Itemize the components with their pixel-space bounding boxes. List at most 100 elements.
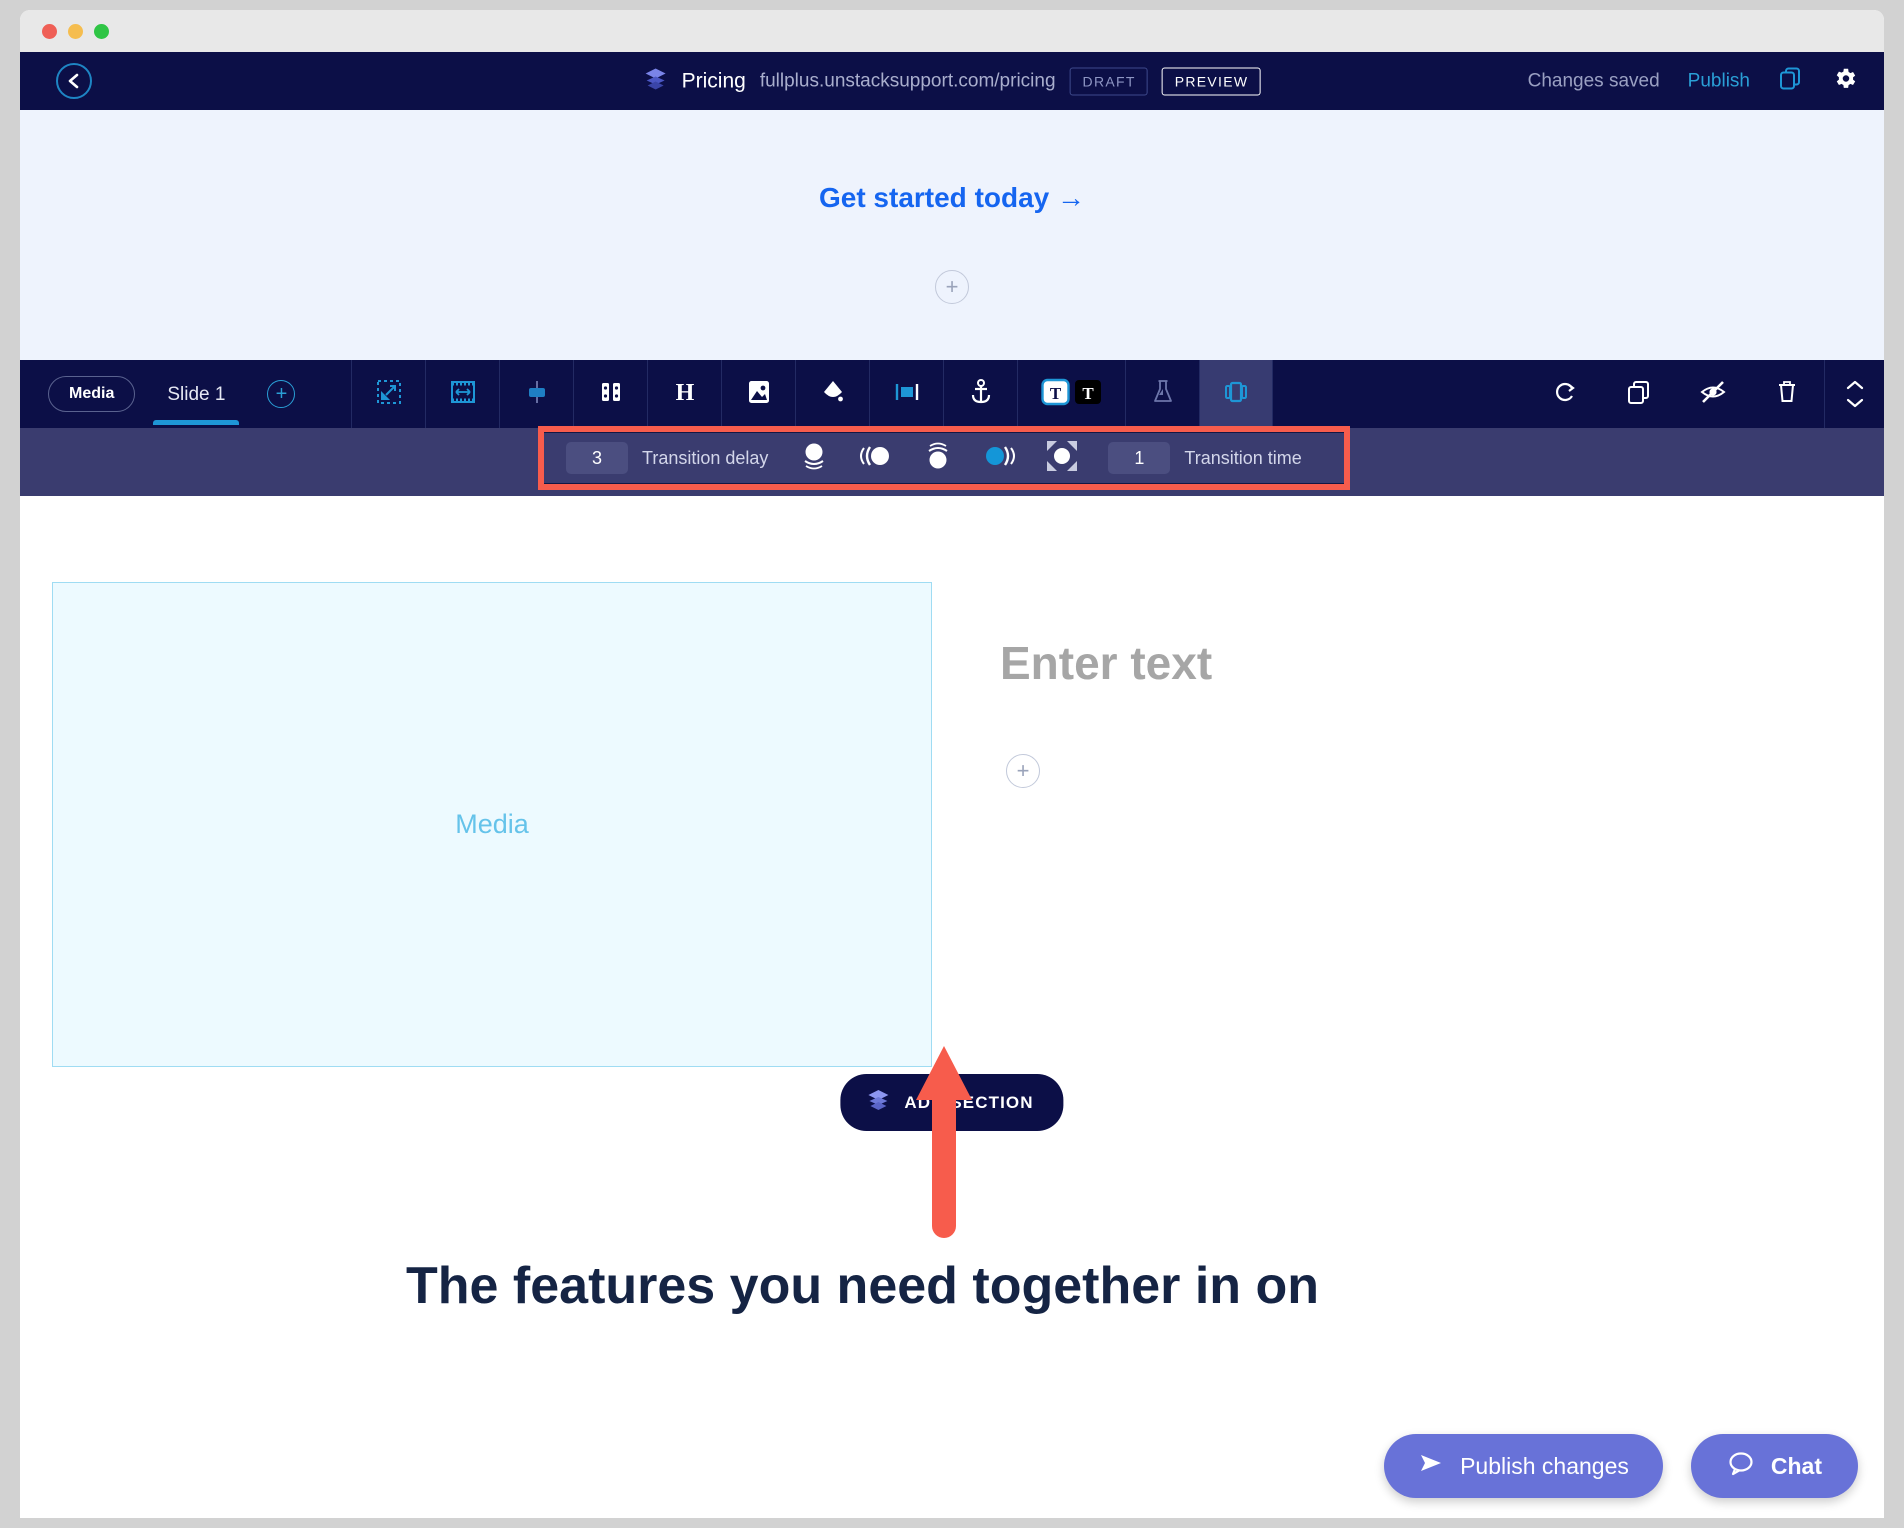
transition-delay-input[interactable]: 3 [566,442,628,474]
align-button[interactable] [499,360,573,428]
browser-window: Pricing fullplus.unstacksupport.com/pric… [20,10,1884,1518]
text-placeholder[interactable]: Enter text [1000,636,1212,690]
transition-slide-right-button[interactable] [980,440,1020,476]
window-titlebar [20,10,1884,52]
fill-color-icon [820,378,846,411]
hide-icon [1699,379,1727,410]
transition-type-group [794,440,1082,476]
header-right-group: Changes saved Publish [1528,66,1858,97]
heading-suffix: together in on [957,1257,1320,1315]
transition-fade-up-button[interactable] [794,440,834,476]
carousel-button[interactable] [1199,360,1274,428]
devices-copy-icon[interactable] [1778,66,1804,97]
transition-fade-up-icon [797,439,831,478]
transition-fade-down-button[interactable] [918,440,958,476]
heading-prefix: The [406,1257,513,1315]
transition-slide-left-button[interactable] [856,440,896,476]
page-url: fullplus.unstacksupport.com/pricing [759,70,1056,91]
layers-icon [644,67,668,96]
add-section-label: ADD SECTION [904,1092,1034,1112]
minimize-window-button[interactable] [68,23,83,39]
replace-button[interactable] [1528,360,1602,428]
anchor-button[interactable] [943,360,1017,428]
header-center-group: Pricing fullplus.unstacksupport.com/pric… [644,67,1261,96]
element-type-chip-media[interactable]: Media [48,376,136,412]
send-icon [1418,1451,1444,1481]
toolbar-right-group [1528,360,1884,428]
layers-icon [866,1089,890,1116]
resize-handle-button[interactable] [351,360,425,428]
tab-slide-1[interactable]: Slide 1 [145,364,247,425]
transition-slide-left-icon [856,439,896,478]
desktop-background: Pricing fullplus.unstacksupport.com/pric… [0,0,1904,1528]
delete-button[interactable] [1750,360,1824,428]
move-updown-icon [1844,379,1866,409]
transition-time-label: Transition time [1184,447,1302,468]
transition-zoom-button[interactable] [1042,440,1082,476]
publish-changes-button[interactable]: Publish changes [1384,1434,1663,1498]
hide-button[interactable] [1676,360,1750,428]
move-updown-button[interactable] [1824,360,1884,428]
add-section-button[interactable]: ADD SECTION [840,1074,1064,1131]
svg-text:T: T [1082,384,1094,403]
chevron-left-icon [66,72,82,90]
cta-get-started-link[interactable]: Get started today → [819,182,1085,214]
duplicate-icon [1626,379,1652,410]
columns-button[interactable] [573,360,647,428]
transition-settings-highlight: 3 Transition delay 1 Transition time [538,426,1350,490]
floating-action-row: Publish changes Chat [1384,1434,1858,1498]
banner-icon [893,379,921,410]
banner-button[interactable] [869,360,943,428]
maximize-window-button[interactable] [94,23,109,39]
add-block-button-canvas[interactable]: + [1006,754,1040,788]
align-icon [524,379,550,410]
width-button[interactable] [425,360,499,428]
heading-icon: H [671,378,699,411]
transition-settings-group: 3 Transition delay 1 Transition time [544,433,1344,483]
add-slide-button[interactable]: + [267,380,296,408]
trash-icon [1776,379,1798,410]
page-preview-top: Get started today → + [20,110,1884,360]
transition-subtoolbar: 3 Transition delay 1 Transition time [20,426,1884,496]
chat-label: Chat [1770,1452,1822,1479]
transition-fade-down-icon [921,439,955,478]
save-status-text: Changes saved [1527,70,1660,91]
page-title: Pricing [681,69,746,92]
back-button[interactable] [56,63,92,99]
columns-icon [599,379,623,410]
text-color-icon: T T [1041,377,1103,412]
carousel-icon [1222,378,1250,411]
editor-toolbar: Media Slide 1 + H T T [20,360,1884,428]
preview-button[interactable]: PREVIEW [1161,67,1261,95]
toolbar-icon-group: H T T [351,360,1274,428]
publish-changes-label: Publish changes [1460,1452,1629,1479]
transition-zoom-icon [1044,438,1080,479]
resize-handle-icon [376,379,402,410]
status-badge-draft: DRAFT [1069,67,1148,95]
editor-canvas: Media Enter text + ADD SECTION The featu… [20,496,1884,1318]
add-block-button-top[interactable]: + [935,270,969,304]
heading-button[interactable]: H [647,360,721,428]
close-window-button[interactable] [42,23,57,39]
fill-color-button[interactable] [795,360,869,428]
chat-button[interactable]: Chat [1690,1434,1858,1498]
media-placeholder-label: Media [455,809,529,839]
image-icon [746,378,772,411]
experiment-button[interactable] [1125,360,1199,428]
gear-icon[interactable] [1832,66,1858,97]
refresh-icon [1552,378,1578,411]
page-bottom-heading: The features you need together in on [406,1256,1320,1318]
transition-time-input[interactable]: 1 [1108,442,1171,474]
transition-slide-right-icon [980,439,1020,478]
app-header: Pricing fullplus.unstacksupport.com/pric… [20,52,1884,110]
media-placeholder-block[interactable]: Media [52,582,932,1067]
anchor-icon [969,378,993,411]
duplicate-button[interactable] [1602,360,1676,428]
transition-delay-label: Transition delay [642,447,769,468]
publish-link[interactable]: Publish [1688,70,1750,92]
text-color-button[interactable]: T T [1017,360,1125,428]
image-button[interactable] [721,360,795,428]
width-icon [449,379,477,410]
flask-icon [1151,378,1175,411]
svg-text:T: T [1050,384,1062,403]
